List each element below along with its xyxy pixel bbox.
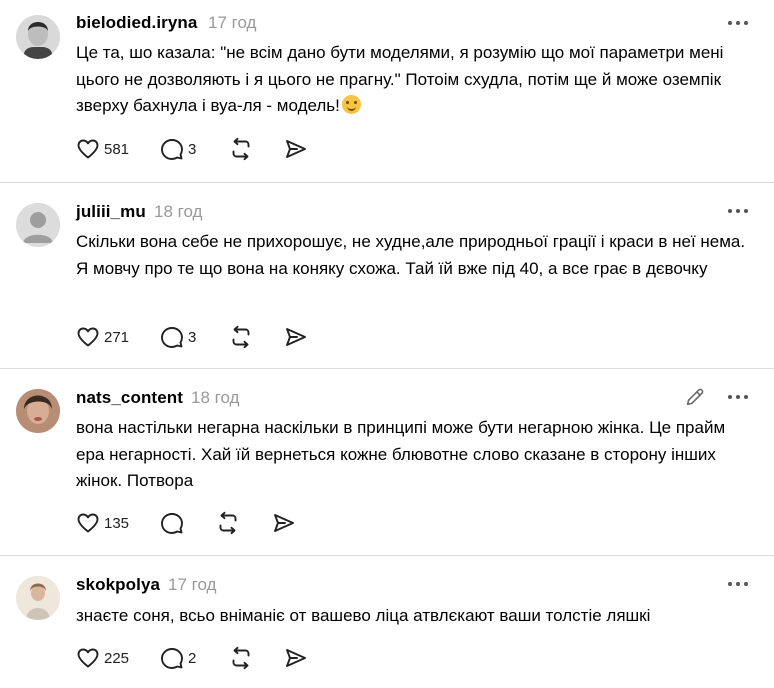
heart-icon xyxy=(77,139,99,159)
timestamp[interactable]: 17 год xyxy=(168,575,216,595)
like-count: 271 xyxy=(104,328,130,346)
comment-text-content: Це та, шо казала: "не всім дано бути мод… xyxy=(76,43,724,115)
heart-icon xyxy=(77,513,99,533)
heart-icon xyxy=(77,327,99,347)
repost-icon xyxy=(232,325,250,349)
more-options-icon[interactable] xyxy=(728,18,752,28)
username[interactable]: skokpolya xyxy=(76,575,160,595)
repost-icon xyxy=(232,646,250,670)
repost-button[interactable] xyxy=(216,510,240,536)
user-photo-avatar-icon xyxy=(16,15,60,59)
default-user-avatar-icon xyxy=(16,203,60,247)
comment-icon xyxy=(161,327,183,348)
comment-post: bielodied.iryna 17 год Це та, шо казала:… xyxy=(0,0,774,182)
timestamp[interactable]: 18 год xyxy=(154,202,202,222)
avatar[interactable] xyxy=(16,576,60,620)
comment-post: juliii_mu 18 год Скільки вона себе не пр… xyxy=(0,183,774,368)
edit-pencil-icon[interactable] xyxy=(684,386,706,408)
comment-text: знаєте соня, всьо вніманіє от вашево ліц… xyxy=(76,606,651,625)
comment-text: Це та, шо казала: "не всім дано бути мод… xyxy=(76,40,756,120)
reply-button[interactable] xyxy=(160,510,188,536)
like-button[interactable]: 225 xyxy=(76,645,129,671)
username[interactable]: juliii_mu xyxy=(76,202,146,222)
reply-button[interactable]: 2 xyxy=(160,645,196,671)
like-button[interactable]: 135 xyxy=(76,510,129,536)
username[interactable]: nats_content xyxy=(76,388,183,408)
send-icon xyxy=(286,328,306,346)
send-icon xyxy=(274,514,294,532)
more-options-icon[interactable] xyxy=(728,392,752,402)
like-count: 225 xyxy=(104,649,130,667)
reply-button[interactable]: 3 xyxy=(160,136,196,162)
like-count: 581 xyxy=(104,140,130,158)
user-photo-avatar-icon xyxy=(16,389,60,433)
reply-button[interactable]: 3 xyxy=(160,324,196,350)
share-button[interactable] xyxy=(284,324,308,350)
reply-count: 3 xyxy=(188,140,197,158)
repost-icon xyxy=(232,137,250,161)
avatar[interactable] xyxy=(16,15,60,59)
comment-post: nats_content 18 год вона настільки негар… xyxy=(0,369,774,555)
username[interactable]: bielodied.iryna xyxy=(76,13,197,33)
like-count: 135 xyxy=(104,514,130,532)
user-photo-avatar-icon xyxy=(16,576,60,620)
more-options-icon[interactable] xyxy=(728,579,752,589)
send-icon xyxy=(286,649,306,667)
share-button[interactable] xyxy=(272,510,296,536)
like-button[interactable]: 271 xyxy=(76,324,129,350)
comment-post: skokpolya 17 год знаєте соня, всьо вніма… xyxy=(0,556,774,688)
avatar[interactable] xyxy=(16,203,60,247)
grinning-face-emoji-icon xyxy=(341,95,361,114)
comment-icon xyxy=(161,648,183,669)
timestamp[interactable]: 17 год xyxy=(208,13,256,33)
comment-icon xyxy=(161,139,183,160)
reply-count: 3 xyxy=(188,328,197,346)
comment-text: вона настільки негарна наскільки в принц… xyxy=(76,418,726,490)
repost-button[interactable] xyxy=(229,645,253,671)
repost-button[interactable] xyxy=(229,136,253,162)
comment-text: Скільки вона себе не прихорошує, не худн… xyxy=(76,232,746,278)
reply-count: 2 xyxy=(188,649,197,667)
share-button[interactable] xyxy=(284,645,308,671)
repost-button[interactable] xyxy=(229,324,253,350)
heart-icon xyxy=(77,648,99,668)
timestamp[interactable]: 18 год xyxy=(191,388,239,408)
avatar[interactable] xyxy=(16,389,60,433)
like-button[interactable]: 581 xyxy=(76,136,129,162)
send-icon xyxy=(286,140,306,158)
repost-icon xyxy=(219,511,237,535)
more-options-icon[interactable] xyxy=(728,206,752,216)
comment-icon xyxy=(161,513,183,534)
share-button[interactable] xyxy=(284,136,308,162)
